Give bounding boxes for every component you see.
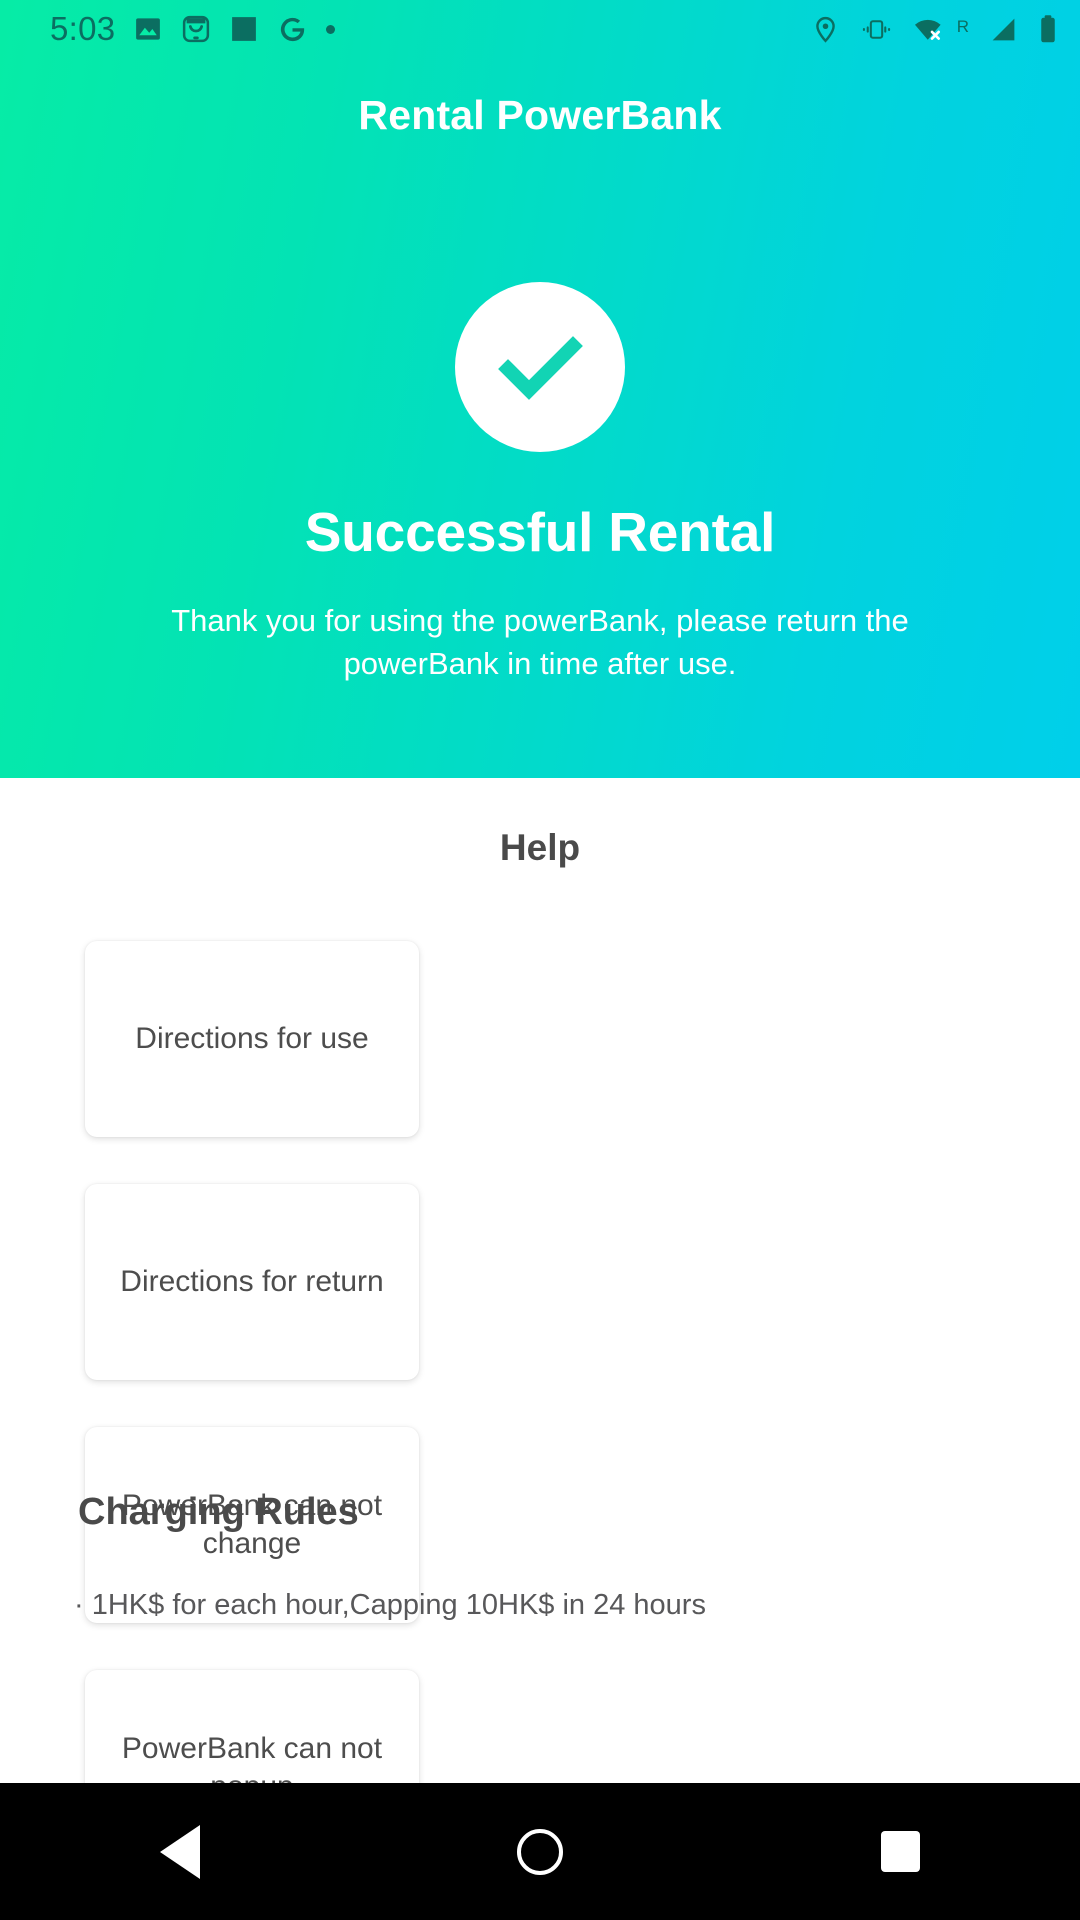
photo-icon — [133, 14, 163, 44]
success-heading: Successful Rental — [304, 501, 776, 563]
help-card-directions-for-return[interactable]: Directions for return — [85, 1184, 419, 1380]
android-navigation-bar — [0, 1783, 1080, 1920]
check-circle-icon — [455, 282, 625, 452]
roaming-indicator: R — [956, 17, 969, 36]
location-pin-icon — [811, 15, 840, 44]
small-dot-icon — [326, 24, 336, 34]
help-section-title: Help — [499, 827, 581, 868]
battery-icon — [1038, 14, 1058, 44]
status-bar-left: 5:03 — [50, 10, 336, 48]
hero-banner: 5:03 R Rental PowerBank Successful Renta… — [0, 0, 1080, 778]
page-title: Rental PowerBank — [358, 92, 722, 138]
smiley-app-icon — [181, 14, 211, 44]
success-subtext: Thank you for using the powerBank, pleas… — [171, 603, 909, 681]
wifi-disconnected-icon — [913, 15, 945, 44]
status-bar-right: R — [811, 14, 1058, 44]
recents-square-icon — [880, 1831, 920, 1872]
help-card-directions-for-use[interactable]: Directions for use — [85, 941, 419, 1137]
charging-rules-title: Charging Rules — [78, 1491, 359, 1533]
home-circle-icon — [517, 1828, 563, 1875]
status-bar: 5:03 R — [0, 0, 1080, 58]
nav-back-button[interactable] — [105, 1783, 255, 1920]
nav-home-button[interactable] — [465, 1783, 615, 1920]
status-bar-clock: 5:03 — [50, 10, 116, 47]
charging-rules-line: · 1HK$ for each hour,Capping 10HK$ in 24… — [74, 1589, 706, 1621]
nav-recents-button[interactable] — [825, 1783, 975, 1920]
help-card-grid: Directions for use Directions for return… — [85, 941, 799, 1866]
phone-screen: 5:03 R Rental PowerBank Successful Renta… — [0, 0, 1080, 1920]
google-g-icon — [277, 14, 308, 45]
cell-signal-icon — [989, 15, 1018, 44]
square-app-icon — [229, 14, 259, 44]
vibrate-icon — [860, 15, 893, 44]
back-triangle-icon — [160, 1824, 200, 1879]
